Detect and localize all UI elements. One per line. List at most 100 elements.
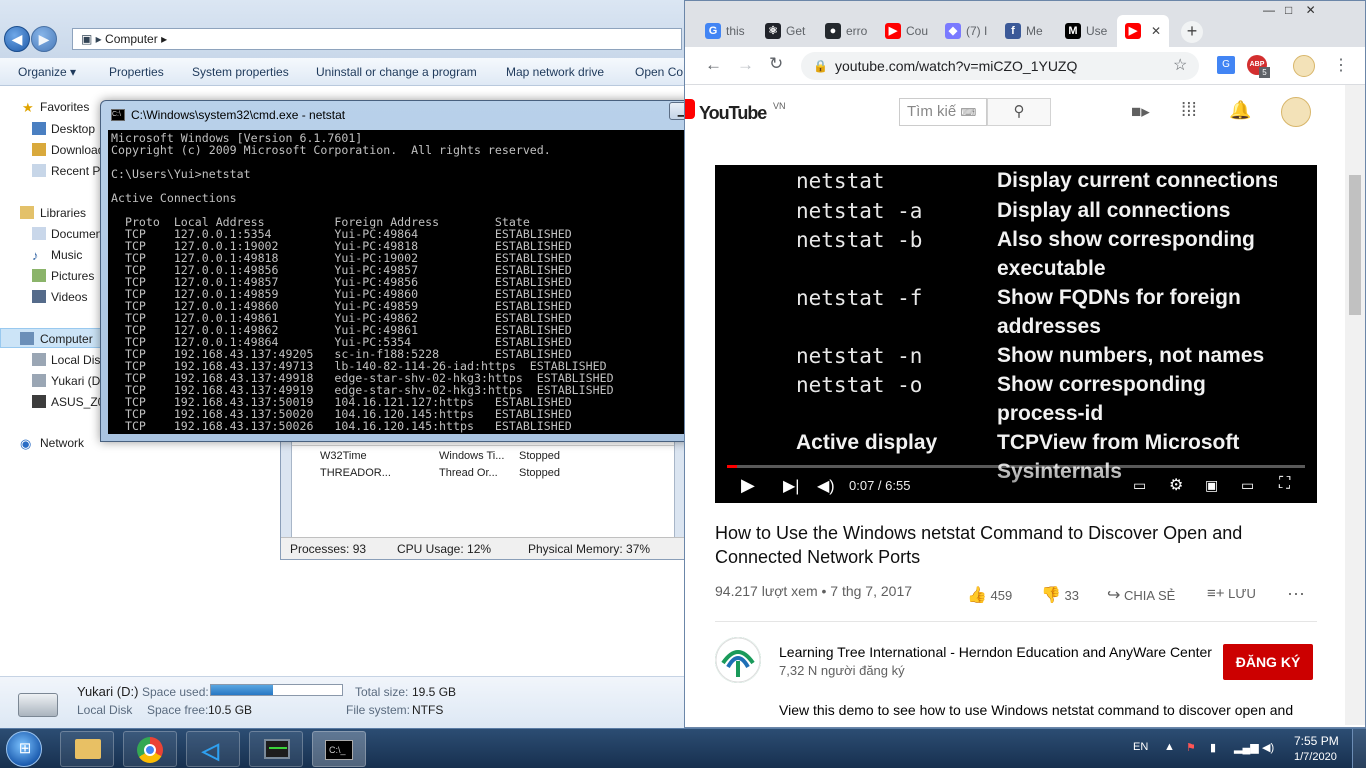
address-box[interactable]: ▣ ▸ Computer ▸: [72, 28, 682, 50]
network-signal-icon[interactable]: ▂▄▆: [1234, 741, 1259, 754]
page-scroll-thumb[interactable]: [1349, 175, 1361, 315]
taskbar-cmd[interactable]: C:\_: [312, 731, 366, 767]
taskbar: ⊞ ◁ C:\_ EN ▲ ⚑ ▮ ▂▄▆ ◀) 7:55 PM 1/7/202…: [0, 728, 1366, 768]
cmd-window[interactable]: C:\ C:\Windows\system32\cmd.exe - netsta…: [100, 100, 776, 442]
taskbar-chrome[interactable]: [123, 731, 177, 767]
browser-tab[interactable]: ▶ Cou: [877, 15, 935, 47]
translate-icon[interactable]: G: [1217, 56, 1235, 74]
next-icon[interactable]: ▶|: [783, 476, 799, 496]
youtube-search-input[interactable]: Tìm kiế ⌨: [899, 98, 987, 126]
uninstall-program-button[interactable]: Uninstall or change a program: [316, 65, 477, 79]
page-scrollbar[interactable]: [1345, 85, 1365, 725]
channel-avatar[interactable]: [715, 637, 761, 683]
account-avatar[interactable]: [1281, 97, 1311, 127]
miniplayer-icon[interactable]: ▣: [1205, 477, 1218, 494]
organize-button[interactable]: Organize ▾: [18, 65, 76, 79]
volume-icon[interactable]: ◀): [817, 476, 835, 496]
file-system-value: NTFS: [412, 703, 444, 717]
task-manager-status-bar: Processes: 93 CPU Usage: 12% Physical Me…: [281, 537, 685, 559]
taskbar-explorer[interactable]: [60, 731, 114, 767]
dislike-button[interactable]: 👎 33: [1041, 585, 1079, 605]
tab-favicon-icon: G: [705, 23, 721, 39]
youtube-logo[interactable]: YouTube: [699, 103, 767, 124]
map-network-drive-button[interactable]: Map network drive: [506, 65, 604, 79]
search-button[interactable]: ⚲: [987, 98, 1051, 126]
play-icon[interactable]: ▶: [741, 475, 755, 496]
save-label: LƯU: [1228, 586, 1256, 601]
like-button[interactable]: 👍 459: [967, 585, 1012, 605]
more-actions-icon[interactable]: ···: [1287, 583, 1305, 604]
create-video-icon[interactable]: ■▸: [1131, 102, 1150, 122]
reload-icon[interactable]: ↻: [769, 54, 783, 74]
video-title: How to Use the Windows netstat Command t…: [715, 523, 1243, 567]
restore-button[interactable]: □: [1285, 3, 1292, 17]
close-button[interactable]: ✕: [1306, 3, 1316, 17]
show-hidden-icons[interactable]: ▲: [1164, 741, 1175, 753]
profile-avatar[interactable]: [1293, 55, 1315, 77]
properties-button[interactable]: Properties: [109, 65, 164, 79]
console-output[interactable]: Microsoft Windows [Version 6.1.7601] Copy…: [108, 130, 750, 434]
theater-mode-icon[interactable]: ▭: [1241, 477, 1254, 494]
service-status: Stopped: [519, 467, 560, 479]
space-used-bar: [210, 684, 343, 696]
task-manager-icon: [264, 739, 290, 759]
forward-button[interactable]: ▶: [31, 26, 57, 52]
browser-tab[interactable]: Gthis: [697, 15, 755, 47]
url-bar[interactable]: 🔒 youtube.com/watch?v=miCZO_1YUZQ ☆: [801, 52, 1199, 80]
slide-edge: [1277, 165, 1317, 503]
console-line: C:\Users\Yui>netstat: [111, 167, 251, 181]
clock-time[interactable]: 7:55 PM: [1294, 734, 1339, 748]
thumbs-up-icon: 👍: [967, 587, 987, 604]
fullscreen-icon[interactable]: ⛶: [1279, 475, 1290, 493]
menu-icon[interactable]: ⋮: [1333, 55, 1349, 75]
tab-favicon-icon: ●: [825, 23, 841, 39]
slide-command: netstat -b: [796, 228, 923, 252]
taskbar-vscode[interactable]: ◁: [186, 731, 240, 767]
apps-grid-icon[interactable]: ⁞⁞⁞: [1181, 100, 1197, 122]
bookmark-star-icon[interactable]: ☆: [1173, 52, 1187, 80]
show-desktop-button[interactable]: [1352, 729, 1366, 768]
adblock-badge: 5: [1259, 67, 1270, 78]
browser-tab[interactable]: f Me: [997, 15, 1055, 47]
open-control-panel-button[interactable]: Open Co: [635, 65, 683, 79]
cmd-taskbar-icon: C:\_: [325, 740, 353, 760]
slide-description: Also show corresponding: [997, 228, 1255, 251]
forward-arrow-icon[interactable]: →: [737, 55, 754, 75]
service-name[interactable]: W32Time: [320, 450, 367, 462]
settings-gear-icon[interactable]: ⚙: [1169, 475, 1183, 495]
back-button[interactable]: ◀: [4, 26, 30, 52]
service-name[interactable]: THREADOR...: [320, 467, 391, 479]
browser-tab[interactable]: ● erro: [817, 15, 875, 47]
notifications-bell-icon[interactable]: 🔔: [1229, 100, 1251, 121]
subscribe-button[interactable]: ĐĂNG KÝ: [1223, 644, 1313, 680]
captions-icon[interactable]: ▭: [1133, 477, 1146, 494]
video-description: View this demo to see how to use Windows…: [779, 702, 1294, 718]
window-controls: — □ ✕: [1263, 3, 1316, 17]
action-center-icon[interactable]: ⚑: [1186, 741, 1196, 754]
browser-tab[interactable]: ◆ (7) I: [937, 15, 995, 47]
power-icon[interactable]: ▮: [1210, 741, 1216, 754]
youtube-logo-icon[interactable]: [685, 99, 695, 119]
language-indicator[interactable]: EN: [1133, 741, 1148, 753]
new-tab-button[interactable]: +: [1181, 21, 1203, 43]
keyboard-icon[interactable]: ⌨: [960, 107, 976, 119]
start-button[interactable]: ⊞: [6, 731, 42, 767]
progress-bar[interactable]: [727, 465, 1305, 468]
clock-date[interactable]: 1/7/2020: [1294, 751, 1337, 763]
star-icon: ★: [22, 100, 34, 115]
back-arrow-icon[interactable]: ←: [705, 55, 722, 75]
computer-icon: ▣ ▸: [81, 32, 106, 46]
browser-tab[interactable]: ⚛ Get: [757, 15, 815, 47]
taskbar-task-manager[interactable]: [249, 731, 303, 767]
minimize-button[interactable]: —: [1263, 3, 1275, 17]
tab-close-icon[interactable]: ✕: [1151, 24, 1161, 38]
volume-tray-icon[interactable]: ◀): [1262, 741, 1274, 754]
channel-name[interactable]: Learning Tree International - Herndon Ed…: [779, 644, 1212, 660]
system-properties-button[interactable]: System properties: [192, 65, 289, 79]
share-button[interactable]: ↪ CHIA SẺ: [1107, 585, 1175, 605]
browser-tab[interactable]: M Use: [1057, 15, 1115, 47]
video-player[interactable]: netstat Display current connections netsta…: [715, 165, 1317, 503]
save-button[interactable]: ≡+ LƯU: [1207, 585, 1256, 602]
network-icon: ◉: [20, 436, 32, 451]
browser-tab[interactable]: ▶ ✕: [1117, 15, 1169, 47]
